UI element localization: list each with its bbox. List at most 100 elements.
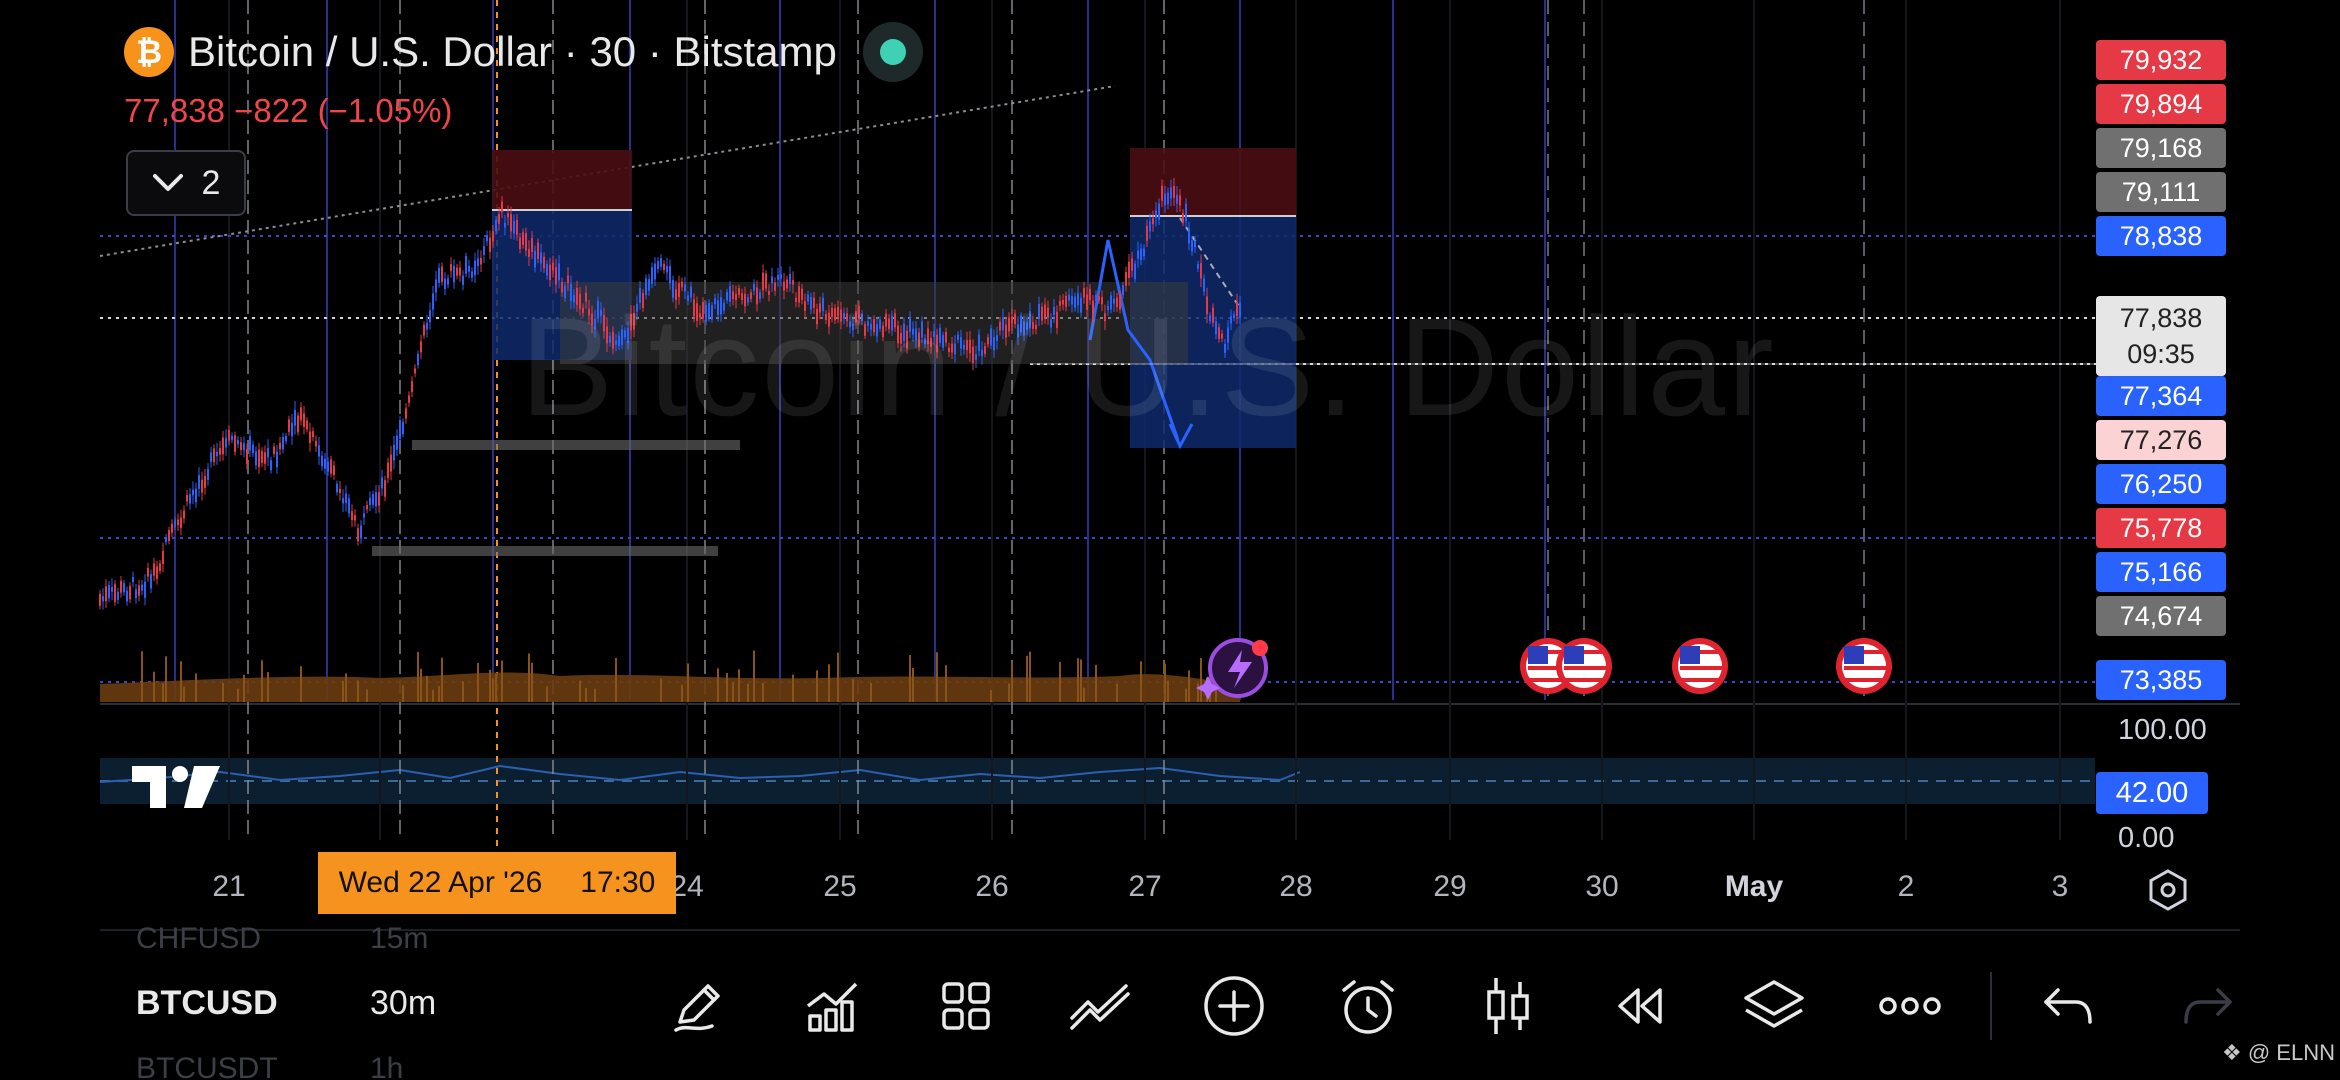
candle-body <box>555 267 557 285</box>
candle-body <box>162 550 164 565</box>
grid-icon[interactable] <box>934 974 998 1038</box>
candle-body <box>351 511 353 520</box>
candle-body <box>150 574 152 589</box>
candle-body <box>252 444 254 454</box>
candle-body <box>519 237 521 249</box>
candle-body <box>354 515 356 521</box>
symbol-list-timeframe[interactable]: 15m <box>370 922 428 956</box>
candle-body <box>141 584 143 591</box>
candle-body <box>777 274 779 280</box>
symbol-list-item[interactable]: BTCUSDT <box>136 1052 278 1080</box>
candle-body <box>543 256 545 269</box>
event-flag-icon[interactable] <box>1556 638 1612 694</box>
candle-body <box>1158 203 1160 220</box>
candles-icon[interactable] <box>1476 974 1540 1038</box>
candle-body <box>174 520 176 527</box>
price-level-tag[interactable]: 75,778 <box>2096 508 2226 548</box>
price-level-tag[interactable]: 79,894 <box>2096 84 2226 124</box>
candle-body <box>246 448 248 465</box>
candle-body <box>483 246 485 255</box>
candle-body <box>240 442 242 451</box>
candle-body <box>471 271 473 278</box>
indicators-toggle-button[interactable]: 2 <box>126 150 246 216</box>
candle-body <box>489 237 491 252</box>
candle-body <box>198 475 200 489</box>
candle-body <box>144 581 146 598</box>
candle-body <box>1197 264 1199 269</box>
undo-icon[interactable] <box>2036 974 2100 1038</box>
candle-body <box>516 220 518 235</box>
symbol-legend[interactable]: ₿ Bitcoin / U.S. Dollar · 30 · Bitstamp <box>124 22 923 82</box>
candle-body <box>234 435 236 452</box>
candle-body <box>216 451 218 457</box>
price-level-tag[interactable]: 79,111 <box>2096 172 2226 212</box>
candle-body <box>1137 250 1139 259</box>
candle-body <box>1146 225 1148 241</box>
candle-body <box>423 324 425 336</box>
active-timeframe[interactable]: 30m <box>370 984 436 1023</box>
candle-body <box>549 264 551 281</box>
price-level-tag[interactable]: 73,385 <box>2096 660 2226 700</box>
price-change: 77,838 −822 (−1.05%) <box>124 92 453 129</box>
candle-body <box>1140 248 1142 261</box>
price-level-tag[interactable]: 79,932 <box>2096 40 2226 80</box>
active-symbol[interactable]: BTCUSD <box>136 984 278 1023</box>
alert-icon[interactable] <box>1336 974 1400 1038</box>
symbol-list-item[interactable]: CHFUSD <box>136 922 261 956</box>
price-level-tag[interactable]: 76,250 <box>2096 464 2226 504</box>
candle-body <box>306 420 308 430</box>
time-axis-label: 25 <box>823 870 857 903</box>
lightning-news-icon[interactable] <box>1196 638 1268 700</box>
pencil-icon[interactable] <box>666 974 730 1038</box>
price-level-tag[interactable]: 74,674 <box>2096 596 2226 636</box>
candle-body <box>261 451 263 463</box>
trend-line-icon[interactable] <box>1068 974 1132 1038</box>
chart-canvas[interactable] <box>0 0 2340 1080</box>
candle-body <box>303 413 305 427</box>
crosshair-clock: 17:30 <box>580 866 656 899</box>
candle-body <box>363 513 365 518</box>
settings-hexagon-icon[interactable] <box>2146 868 2190 912</box>
symbol-list-timeframe[interactable]: 1h <box>370 1052 403 1080</box>
candle-body <box>285 435 287 442</box>
candle-body <box>108 584 110 599</box>
candle-body <box>177 519 179 525</box>
candle-body <box>330 459 332 474</box>
price-level-tag[interactable]: 78,838 <box>2096 216 2226 256</box>
candle-body <box>1182 213 1184 223</box>
replay-icon[interactable] <box>1608 974 1672 1038</box>
price-level-tag[interactable]: 79,168 <box>2096 128 2226 168</box>
more-icon[interactable] <box>1878 974 1942 1038</box>
add-icon[interactable] <box>1202 974 1266 1038</box>
candle-body <box>453 265 455 283</box>
event-flag-icon[interactable] <box>1836 638 1892 694</box>
time-axis-label: 26 <box>975 870 1009 903</box>
candle-body <box>1188 228 1190 244</box>
candle-body <box>480 257 482 265</box>
candle-body <box>1167 192 1169 205</box>
event-flag-icon[interactable] <box>1672 638 1728 694</box>
candle-body <box>189 494 191 504</box>
indicators-icon[interactable] <box>800 974 864 1038</box>
symbol-title[interactable]: Bitcoin / U.S. Dollar · 30 · Bitstamp <box>188 28 837 76</box>
candle-body <box>378 492 380 506</box>
price-level-tag[interactable]: 75,166 <box>2096 552 2226 592</box>
candle-body <box>342 498 344 504</box>
market-status-icon[interactable] <box>862 22 923 82</box>
price-level-tag[interactable]: 77,364 <box>2096 376 2226 416</box>
candle-body <box>1128 261 1130 278</box>
candle-body <box>318 445 320 457</box>
current-price-tag: 77,838 09:35 <box>2096 296 2226 376</box>
candle-body <box>297 415 299 433</box>
layers-icon[interactable] <box>1742 974 1806 1038</box>
candle-body <box>1170 187 1172 199</box>
redo-icon[interactable] <box>2176 974 2240 1038</box>
candle-body <box>345 493 347 504</box>
candle-body <box>339 488 341 493</box>
price-level-tag[interactable]: 77,276 <box>2096 420 2226 460</box>
candle-body <box>291 422 293 437</box>
candle-body <box>168 530 170 542</box>
candle-body <box>537 242 539 259</box>
candle-body <box>1149 221 1151 232</box>
candle-body <box>390 454 392 472</box>
